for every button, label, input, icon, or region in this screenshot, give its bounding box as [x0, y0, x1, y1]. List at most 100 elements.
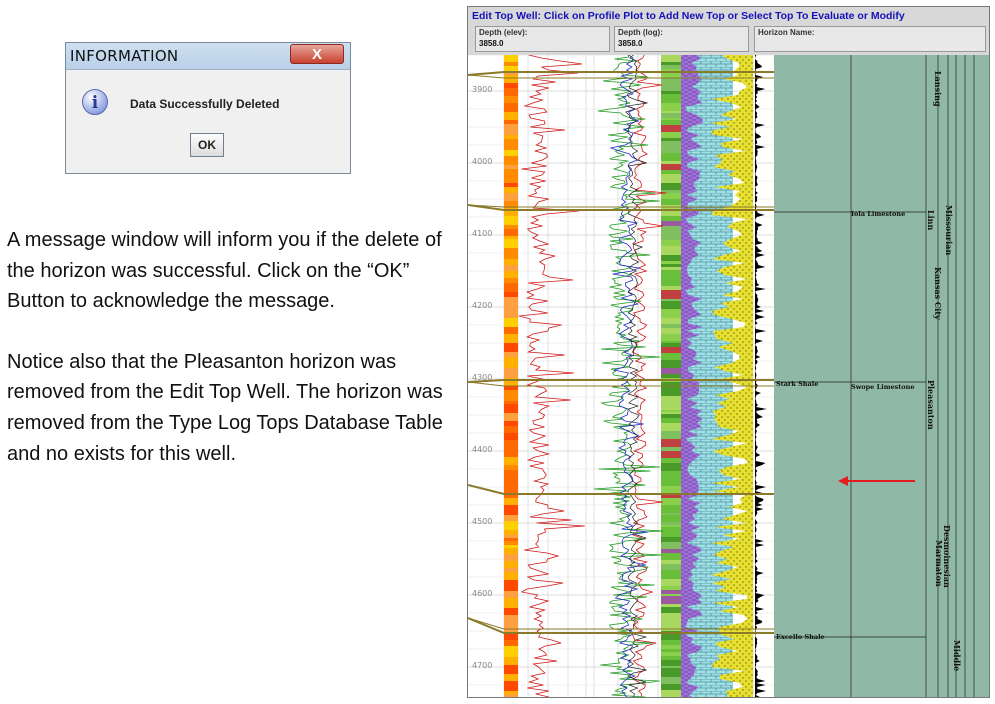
color-band: [504, 357, 518, 360]
green-band: [661, 113, 681, 118]
color-band: [504, 440, 518, 450]
subgroup-label: Marmaton: [934, 540, 944, 587]
color-band: [504, 150, 518, 156]
green-band: [661, 118, 681, 120]
green-band: [661, 560, 681, 564]
color-band: [504, 433, 518, 440]
ok-button[interactable]: OK: [190, 133, 224, 157]
color-band: [504, 83, 518, 88]
green-band: [661, 690, 681, 692]
depth-label: 4500: [472, 517, 492, 526]
color-band: [504, 591, 518, 598]
color-band: [504, 681, 518, 691]
green-band: [661, 275, 681, 280]
green-band: [661, 270, 681, 275]
top-label[interactable]: Stark Shale: [776, 380, 818, 388]
green-band: [661, 290, 681, 299]
color-band: [504, 390, 518, 401]
color-band: [504, 135, 518, 139]
color-band: [504, 657, 518, 665]
color-band: [504, 259, 518, 265]
green-band: [661, 111, 681, 113]
color-band: [504, 541, 518, 545]
lithology-track: [681, 55, 753, 697]
green-band: [661, 513, 681, 515]
green-band: [661, 684, 681, 690]
green-band: [661, 328, 681, 334]
green-band: [661, 161, 681, 164]
green-band: [661, 347, 681, 353]
color-band: [504, 515, 518, 521]
green-band: [661, 388, 681, 396]
color-band: [504, 183, 518, 187]
green-band: [661, 594, 681, 596]
color-band: [504, 75, 518, 83]
green-band: [661, 221, 681, 226]
green-band: [661, 458, 681, 463]
profile-plot[interactable]: 3900 4000 4100 4200 4300 4400 4500 4600 …: [468, 55, 990, 698]
green-band: [661, 410, 681, 412]
green-band: [661, 55, 681, 62]
green-band: [661, 360, 681, 364]
color-band: [504, 229, 518, 236]
info-icon: i: [82, 89, 108, 115]
stratigraphy-panel: [774, 55, 989, 697]
close-button[interactable]: X: [290, 44, 344, 64]
color-band: [504, 271, 518, 278]
color-band: [504, 530, 518, 535]
green-band: [661, 164, 681, 170]
color-band: [504, 265, 518, 271]
color-band: [504, 236, 518, 239]
green-band: [661, 280, 681, 286]
depth-log-value: 3858.0: [618, 39, 643, 48]
green-band: [661, 668, 681, 677]
green-band: [661, 677, 681, 684]
green-band: [661, 144, 681, 153]
depth-elev-field[interactable]: Depth (elev): 3858.0: [475, 26, 610, 52]
green-band: [661, 246, 681, 255]
horizon-name-label: Horizon Name:: [758, 28, 815, 37]
top-label[interactable]: Excello Shale: [776, 633, 825, 641]
color-band: [504, 156, 518, 165]
green-band: [661, 549, 681, 553]
green-band: [661, 255, 681, 261]
green-band: [661, 382, 681, 388]
green-band: [661, 199, 681, 205]
green-band: [661, 498, 681, 505]
depth-label: 4700: [472, 661, 492, 670]
depth-elev-label: Depth (elev):: [479, 28, 528, 37]
color-band: [504, 292, 518, 297]
green-band: [661, 527, 681, 533]
green-band: [661, 240, 681, 244]
color-band: [504, 360, 518, 368]
top-label[interactable]: Iola Limestone: [851, 210, 905, 218]
horizon-name-field[interactable]: Horizon Name:: [754, 26, 986, 52]
depth-log-field[interactable]: Depth (log): 3858.0: [614, 26, 749, 52]
green-band: [661, 658, 681, 660]
green-band: [661, 451, 681, 458]
color-band: [504, 297, 518, 307]
green-band: [661, 431, 681, 439]
color-band: [504, 112, 518, 120]
color-band: [504, 508, 518, 515]
color-band: [504, 598, 518, 608]
green-band: [661, 660, 681, 666]
color-band: [504, 568, 518, 572]
color-band: [504, 457, 518, 462]
green-band: [661, 174, 681, 183]
green-band: [661, 613, 681, 617]
top-label[interactable]: Swope Limestone: [851, 383, 914, 391]
depth-log-label: Depth (log):: [618, 28, 663, 37]
green-band: [661, 640, 681, 645]
green-band: [661, 125, 681, 132]
color-band: [504, 103, 518, 112]
color-band: [504, 421, 518, 426]
edit-window-title: Edit Top Well: Click on Profile Plot to …: [472, 10, 905, 22]
color-band: [504, 413, 518, 421]
green-band: [661, 463, 681, 471]
color-band: [504, 498, 518, 505]
green-band: [661, 579, 681, 586]
green-band: [661, 183, 681, 190]
color-band: [504, 674, 518, 681]
color-band: [504, 554, 518, 561]
